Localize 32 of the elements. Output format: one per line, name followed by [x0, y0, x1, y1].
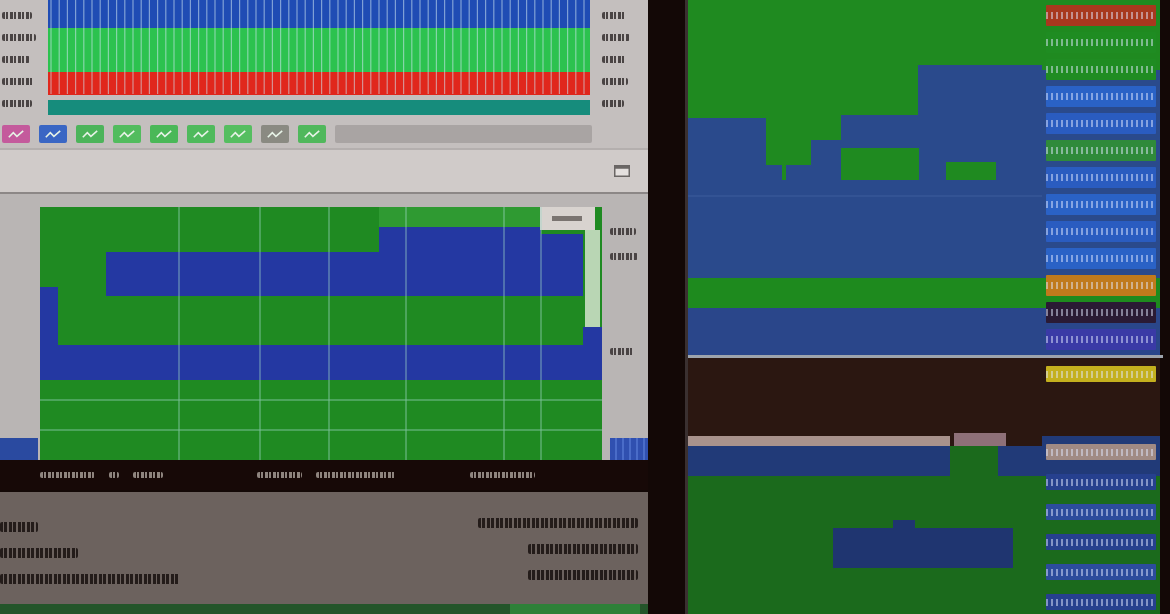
illegible-label [2, 77, 34, 85]
tool-icon[interactable] [113, 125, 141, 143]
thumbnail-graphic [610, 438, 648, 460]
tool-icon[interactable] [187, 125, 215, 143]
tool-icon[interactable] [261, 125, 289, 143]
tool-icon[interactable] [2, 125, 30, 143]
illegible-label [602, 77, 628, 85]
illegible-label [2, 11, 32, 19]
illegible-label [602, 33, 630, 41]
illegible-label [2, 55, 30, 63]
tool-icon[interactable] [298, 125, 326, 143]
illegible-label [2, 33, 36, 41]
illegible-label [602, 11, 626, 19]
edge-panel [0, 438, 38, 460]
tool-icon[interactable] [39, 125, 67, 143]
illegible-label [610, 253, 638, 260]
window-icon[interactable] [614, 165, 630, 177]
illegible-label [470, 472, 535, 478]
illegible-label [2, 99, 32, 107]
horizontal-scrollbar[interactable] [335, 125, 592, 143]
illegible-label [0, 522, 38, 532]
tool-icon[interactable] [150, 125, 178, 143]
illegible-label [610, 228, 636, 235]
illegible-label [257, 472, 302, 478]
illegible-label [133, 472, 163, 478]
tool-icon[interactable] [224, 125, 252, 143]
illegible-label [109, 472, 119, 478]
illegible-label [602, 99, 624, 107]
illegible-label [40, 472, 95, 478]
illegible-label [610, 348, 634, 355]
illegible-label [602, 55, 626, 63]
tool-icon[interactable] [76, 125, 104, 143]
